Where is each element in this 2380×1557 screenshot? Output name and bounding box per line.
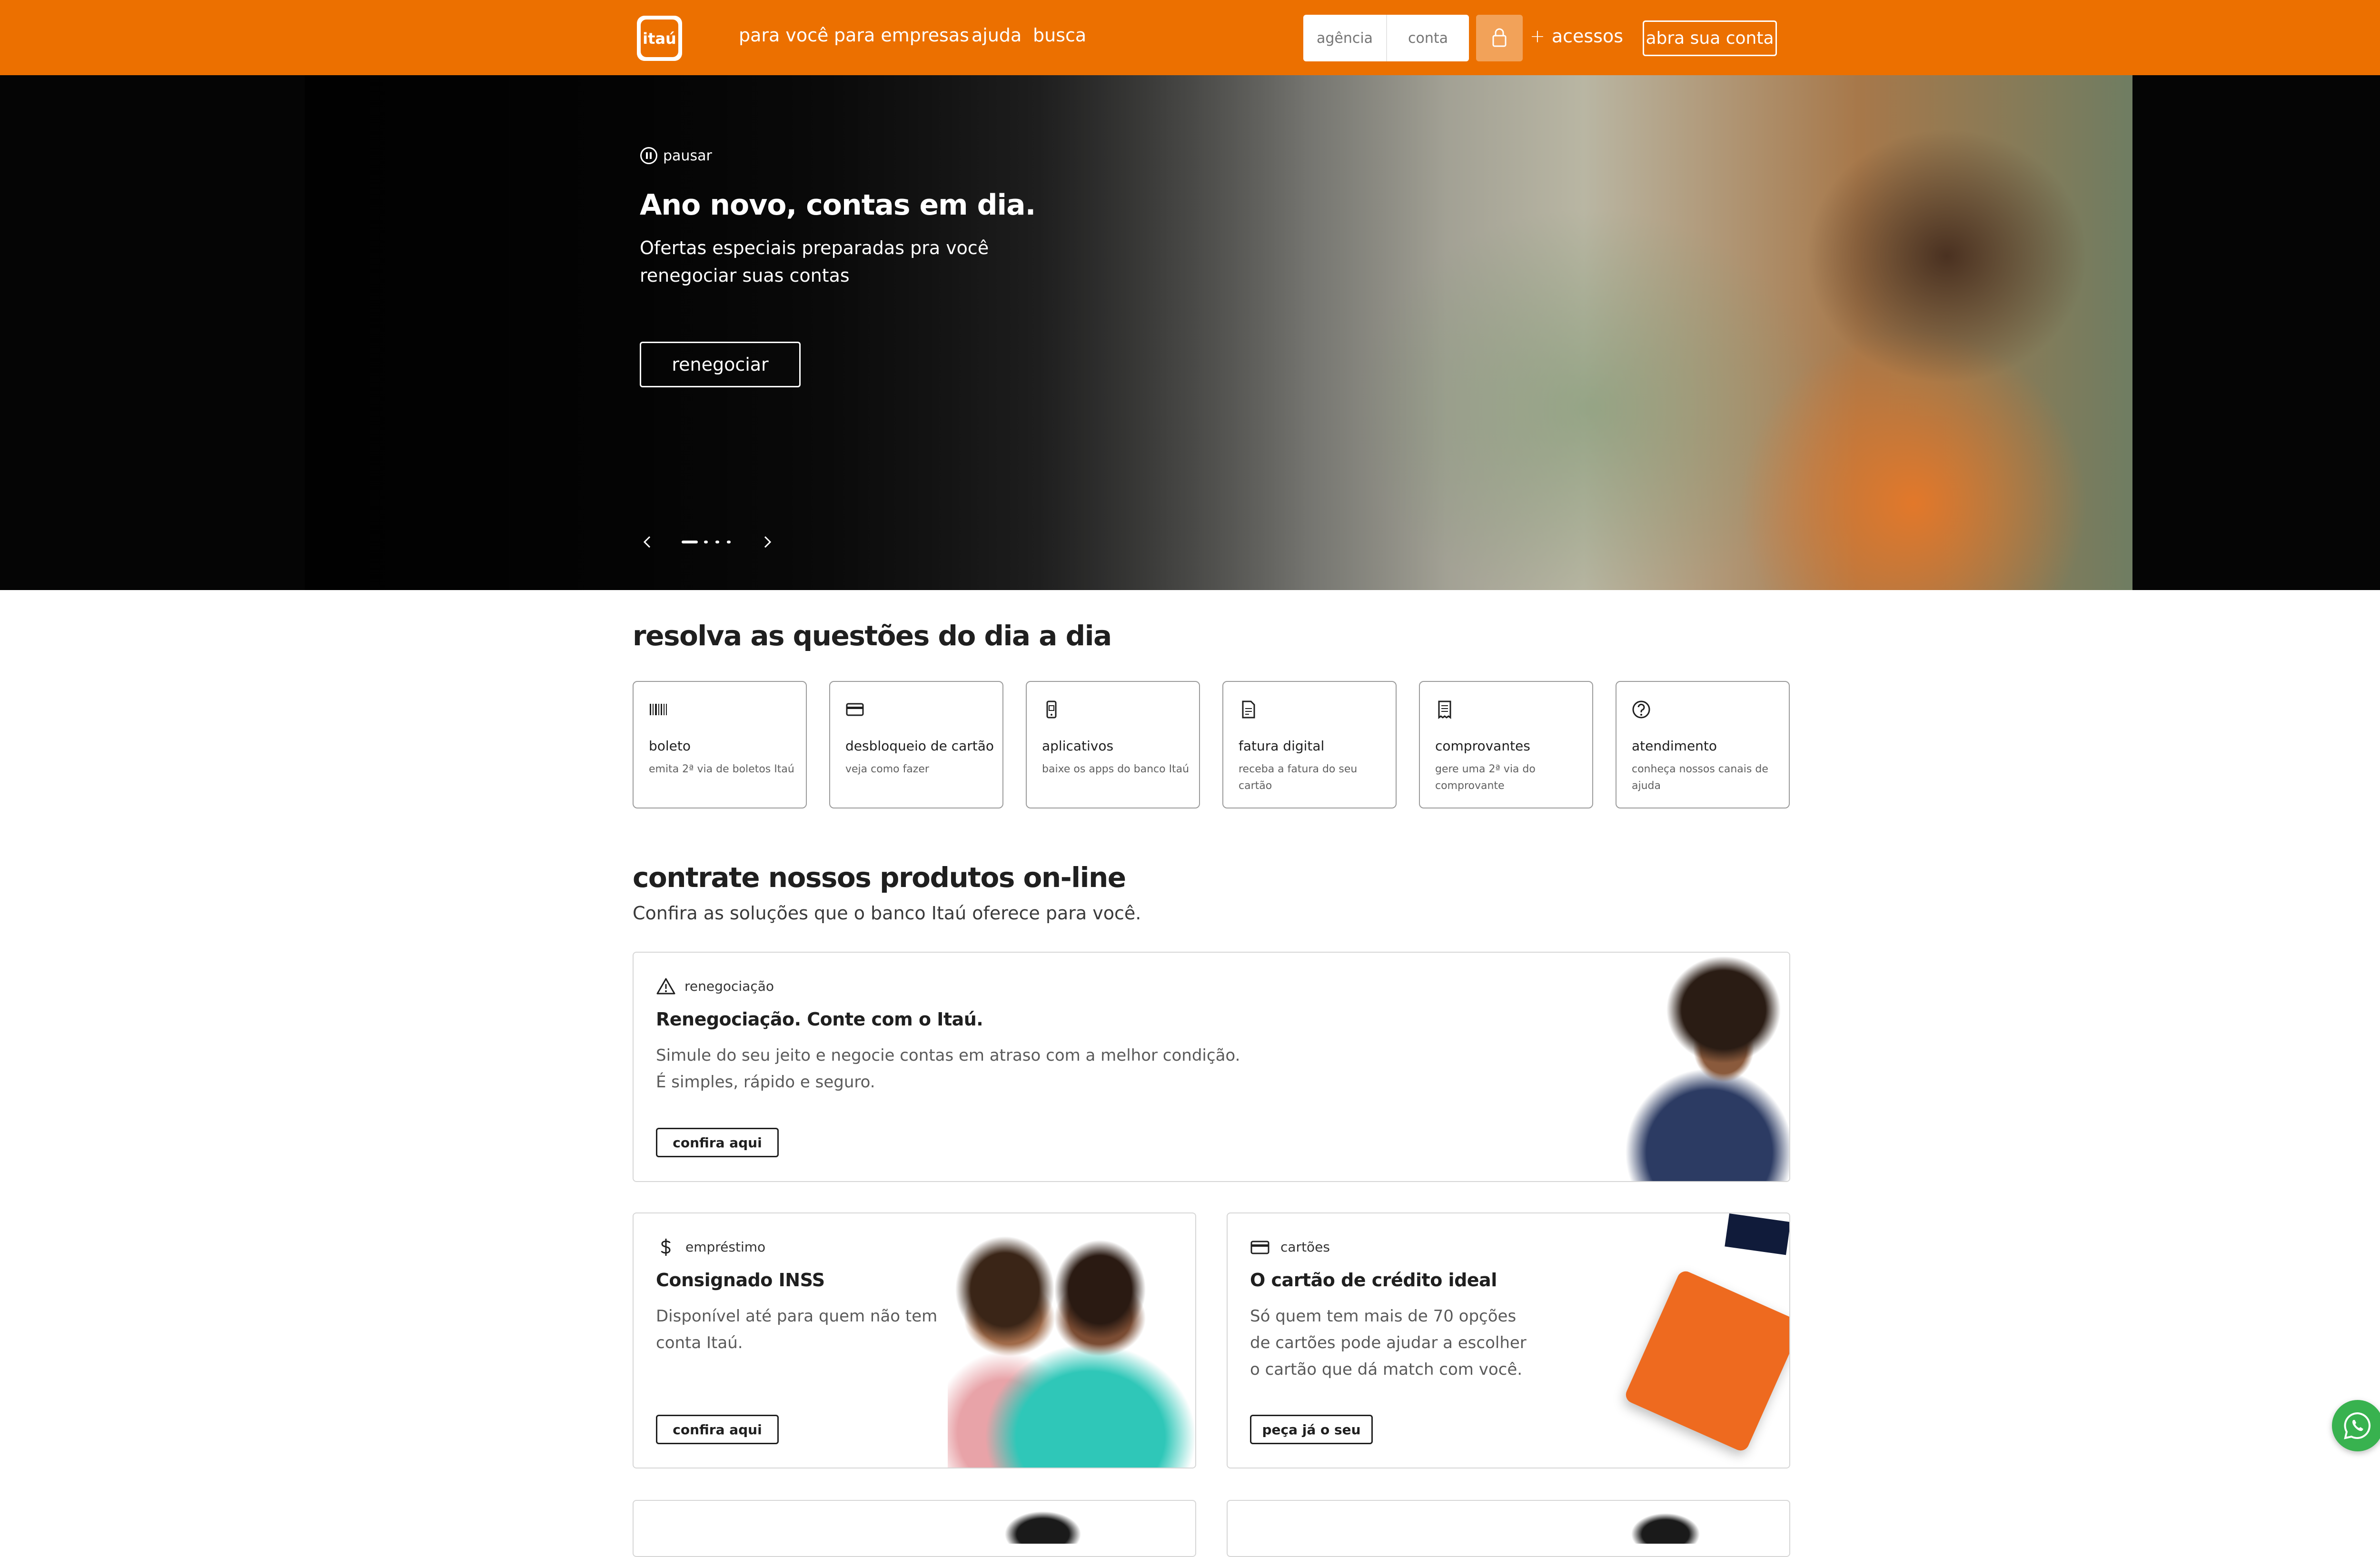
quick-card-aplicativos[interactable]: aplicativos baixe os apps do banco Itaú — [1026, 681, 1200, 808]
login-button[interactable] — [1476, 15, 1523, 61]
card-icon — [846, 703, 864, 716]
receipt-icon — [1438, 700, 1451, 719]
card-icon — [1250, 1241, 1269, 1254]
quick-card-desbloqueio[interactable]: desbloqueio de cartão veja como fazer — [829, 681, 1003, 808]
product-desc: Simule do seu jeito e negocie contas em … — [656, 1046, 1240, 1092]
dollar-icon — [661, 1239, 671, 1256]
open-account-button[interactable]: abra sua conta — [1643, 20, 1777, 56]
quick-card-desc: emita 2ª via de boletos Itaú — [649, 763, 794, 775]
products-section-title: contrate nossos produtos on-line — [633, 861, 1126, 894]
carousel-next-icon[interactable] — [761, 535, 774, 549]
consignado-photo — [948, 1232, 1195, 1468]
peca-ja-o-seu-button[interactable]: peça já o seu — [1250, 1415, 1373, 1444]
orange-card-image — [1623, 1269, 1789, 1453]
renegociar-button[interactable]: renegociar — [640, 342, 801, 387]
whatsapp-button[interactable] — [2332, 1400, 2380, 1451]
barcode-icon — [650, 704, 667, 715]
invoice-icon — [1242, 700, 1255, 719]
pause-glyph — [646, 152, 652, 159]
nav-busca[interactable]: busca — [1033, 25, 1086, 46]
quick-card-title: atendimento — [1632, 738, 1717, 754]
nav-ajuda[interactable]: ajuda — [972, 25, 1021, 46]
quick-card-boleto[interactable]: boleto emita 2ª via de boletos Itaú — [633, 681, 807, 808]
warning-icon — [656, 978, 675, 995]
product-title: Renegociação. Conte com o Itaú. — [656, 1009, 983, 1030]
question-icon — [1632, 700, 1650, 719]
carousel-dot-4[interactable] — [727, 541, 731, 543]
lock-icon — [1492, 28, 1507, 47]
quick-card-title: aplicativos — [1042, 738, 1114, 754]
phone-icon — [1046, 700, 1057, 719]
quick-card-title: boleto — [649, 738, 691, 754]
quick-card-desc: gere uma 2ª via do comprovante — [1435, 763, 1536, 792]
confira-aqui-button[interactable]: confira aqui — [656, 1415, 779, 1444]
product-title: Consignado INSS — [656, 1270, 825, 1291]
carousel-dot-3[interactable] — [715, 541, 719, 543]
quick-card-fatura[interactable]: fatura digital receba a fatura do seu ca… — [1222, 681, 1397, 808]
quick-card-title: fatura digital — [1239, 738, 1325, 754]
hero-title: Ano novo, contas em dia. — [640, 188, 1036, 222]
nav-para-voce[interactable]: para você — [739, 25, 828, 46]
quick-card-comprovantes[interactable]: comprovantes gere uma 2ª via do comprova… — [1419, 681, 1593, 808]
products-section-subtitle: Confira as soluções que o banco Itaú ofe… — [633, 903, 1141, 924]
agencia-input[interactable] — [1303, 15, 1386, 61]
renegociacao-photo — [1581, 953, 1789, 1181]
nav-para-empresas[interactable]: para empresas — [834, 25, 969, 46]
product-card-next-1 — [633, 1500, 1196, 1557]
quick-section-title: resolva as questões do dia a dia — [633, 620, 1112, 652]
confira-aqui-button[interactable]: confira aqui — [656, 1128, 779, 1157]
quick-card-desc: conheça nossos canais de ajuda — [1632, 763, 1768, 792]
carousel-dot-2[interactable] — [704, 541, 708, 543]
quick-card-desc: baixe os apps do banco Itaú — [1042, 763, 1190, 775]
product-tag: renegociação — [684, 978, 774, 994]
logo-text: itaú — [641, 20, 678, 57]
quick-card-desc: veja como fazer — [845, 763, 929, 775]
pause-icon[interactable] — [640, 147, 657, 164]
acessos-label: acessos — [1551, 26, 1624, 47]
hero-banner — [0, 75, 2380, 590]
product-tag: empréstimo — [685, 1239, 766, 1255]
plus-icon: + — [1530, 26, 1545, 47]
product-card-next-2 — [1227, 1500, 1790, 1557]
hero-gradient — [305, 75, 1447, 590]
quick-card-desc: receba a fatura do seu cartão — [1239, 763, 1358, 792]
carousel-prev-icon[interactable] — [641, 535, 654, 549]
product-title: O cartão de crédito ideal — [1250, 1270, 1497, 1291]
conta-input[interactable] — [1386, 15, 1469, 61]
acessos-link[interactable]: + acessos — [1530, 26, 1623, 47]
product-desc: Só quem tem mais de 70 opções de cartões… — [1250, 1307, 1527, 1379]
quick-card-title: desbloqueio de cartão — [845, 738, 994, 754]
whatsapp-icon — [2344, 1412, 2371, 1439]
quick-card-title: comprovantes — [1435, 738, 1530, 754]
quick-card-atendimento[interactable]: atendimento conheça nossos canais de aju… — [1616, 681, 1790, 808]
dark-card-image — [1725, 1213, 1789, 1255]
product-desc: Disponível até para quem não tem conta I… — [656, 1307, 938, 1352]
hero-subtitle: Ofertas especiais preparadas pra você re… — [640, 237, 989, 286]
carousel-dot-1[interactable] — [682, 541, 698, 543]
next-card-photo — [1618, 1506, 1713, 1544]
next-card-photo — [995, 1506, 1091, 1544]
itau-logo[interactable]: itaú — [637, 16, 682, 61]
product-tag: cartões — [1280, 1239, 1330, 1255]
pause-label[interactable]: pausar — [663, 148, 712, 164]
top-header — [0, 0, 2380, 75]
